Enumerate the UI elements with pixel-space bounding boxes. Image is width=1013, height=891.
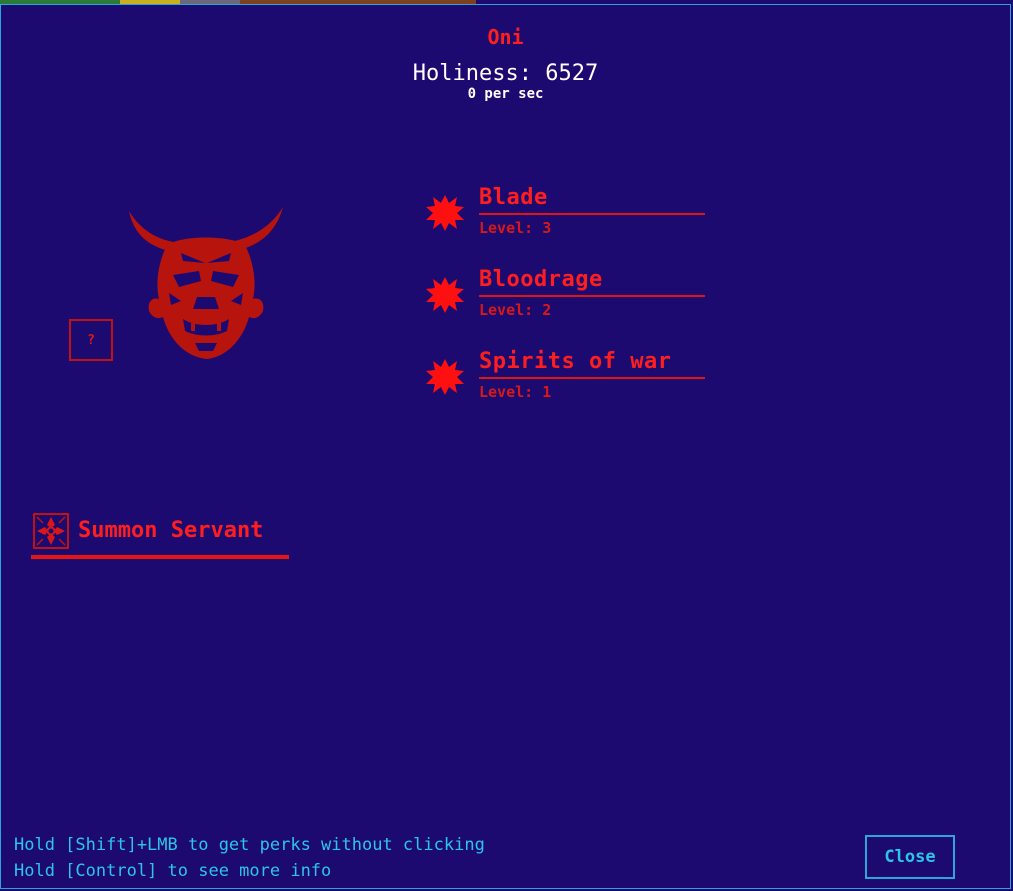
summon-servant-button[interactable]: Summon Servant xyxy=(31,513,291,563)
hint-shift: Hold [Shift]+LMB to get perks without cl… xyxy=(14,835,485,855)
hint-control: Hold [Control] to see more info xyxy=(14,861,332,881)
perk-name: Blade xyxy=(479,185,548,210)
perk-underline xyxy=(479,377,705,379)
close-button[interactable]: Close xyxy=(865,835,955,879)
perk-name: Spirits of war xyxy=(479,349,672,374)
perk-underline xyxy=(479,213,705,215)
perk-name: Bloodrage xyxy=(479,267,603,292)
perk-level: Level: 1 xyxy=(479,383,552,401)
summon-underline xyxy=(31,555,289,559)
god-title: Oni xyxy=(487,25,524,49)
oni-mask-icon xyxy=(129,207,283,359)
burst-icon xyxy=(426,359,464,395)
holiness-counter: Holiness: 6527 xyxy=(412,61,599,86)
burst-icon xyxy=(426,195,464,231)
god-info-button[interactable]: ? xyxy=(69,319,113,361)
summon-servant-label: Summon Servant xyxy=(78,518,264,543)
perk-level: Level: 3 xyxy=(479,219,552,237)
burst-icon xyxy=(426,277,464,313)
god-window: Oni Holiness: 6527 0 per sec ? Blade Lev… xyxy=(0,4,1011,889)
perk-level: Level: 2 xyxy=(479,301,552,319)
holiness-rate: 0 per sec xyxy=(467,86,544,102)
perk-underline xyxy=(479,295,705,297)
cross-emblem-icon xyxy=(33,513,69,549)
perk-blade[interactable]: Blade Level: 3 xyxy=(425,185,707,245)
perk-bloodrage[interactable]: Bloodrage Level: 2 xyxy=(425,267,707,327)
perk-spirits-of-war[interactable]: Spirits of war Level: 1 xyxy=(425,349,707,409)
